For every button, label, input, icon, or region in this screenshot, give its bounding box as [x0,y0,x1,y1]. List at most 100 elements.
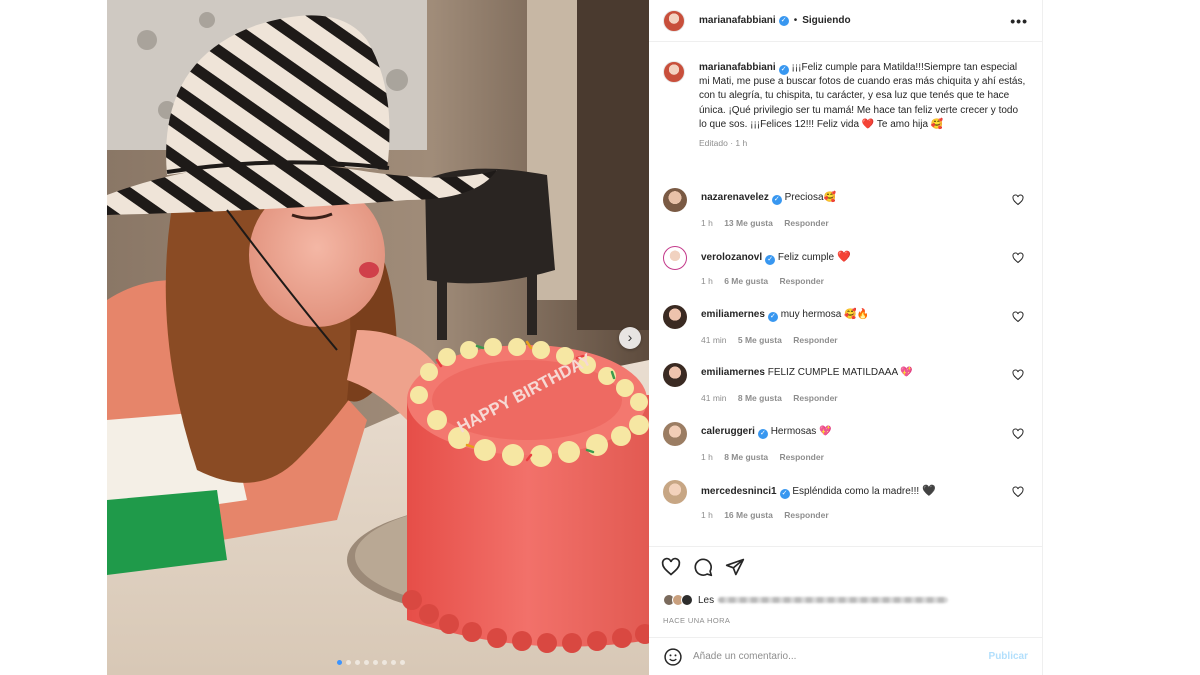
likes-summary[interactable]: Les [663,594,949,606]
reply-button[interactable]: Responder [784,510,828,520]
comment-item: mercedesninci1 ✓ Espléndida como la madre… [663,480,1028,538]
heart-outline-icon[interactable] [1012,252,1024,264]
comment-text: Espléndida como la madre!!! [792,486,920,497]
caption-text: marianafabbiani ✓ ¡¡¡Feliz cumple para Ma… [699,61,1028,132]
carousel-dot [373,660,378,665]
emoji-icon[interactable] [663,647,683,667]
heart-outline-icon[interactable] [1012,369,1024,381]
comment-item: verolozanovl ✓ Feliz cumple ❤️ 1 h 6 Me gu… [663,246,1028,304]
comment-avatar[interactable] [663,246,687,270]
comment-line: mercedesninci1 ✓ Espléndida como la madre… [701,484,998,499]
action-icons [661,557,745,577]
post-timestamp: HACE UNA HORA [663,616,731,625]
heart-outline-icon[interactable] [1012,194,1024,206]
heart-outline-icon[interactable] [1012,428,1024,440]
liker-avatar [681,594,693,606]
comment-emoji: 🖤 [922,485,936,497]
comment-likes[interactable]: 6 Me gusta [724,276,768,286]
comment-username[interactable]: emiliamernes [701,367,765,378]
verified-icon: ✓ [779,489,790,499]
comment-icon[interactable] [693,557,713,577]
verified-icon: ✓ [757,429,768,439]
comment-input[interactable]: Añade un comentario... [693,651,989,662]
comment-time: 1 h [701,510,713,520]
comment-username[interactable]: mercedesninci1 [701,486,777,497]
comment-avatar[interactable] [663,363,687,387]
owner-username[interactable]: marianafabbiani [699,15,776,26]
comment-emoji: ❤️ [837,251,851,263]
comment-emoji: 💖 [900,367,913,378]
comment-time: 41 min [701,393,727,403]
share-icon[interactable] [725,557,745,577]
follow-status-button[interactable]: Siguiendo [802,15,850,26]
comment-likes[interactable]: 8 Me gusta [738,393,782,403]
comment-item: emiliamernes ✓ muy hermosa 🥰🔥 41 min 5 Me… [663,305,1028,363]
verified-icon: ✓ [778,15,789,26]
comment-item: emiliamernes FELIZ CUMPLE MATILDAAA 💖 41… [663,363,1028,421]
comment-text: FELIZ CUMPLE MATILDAAA [767,367,898,378]
carousel-dot [355,660,360,665]
comment-meta: 1 h 16 Me gusta Responder [701,510,838,520]
post-header: marianafabbiani ✓ • Siguiendo ••• [649,0,1042,42]
like-icon[interactable] [661,557,681,577]
post-caption: marianafabbiani ✓ ¡¡¡Feliz cumple para Ma… [649,43,1042,132]
comment-emoji: 🥰🔥 [844,309,869,320]
carousel-dot [364,660,369,665]
comment-emoji: 🥰 [823,192,836,203]
comment-meta: 1 h 8 Me gusta Responder [701,452,833,462]
caption-username[interactable]: marianafabbiani [699,62,776,73]
comment-username[interactable]: emiliamernes [701,309,765,320]
comment-username[interactable]: verolozanovl [701,252,762,263]
comment-avatar[interactable] [663,188,687,212]
reply-button[interactable]: Responder [793,393,837,403]
comment-avatar[interactable] [663,480,687,504]
caption-edited-time: Editado · 1 h [699,138,748,149]
comment-line: emiliamernes FELIZ CUMPLE MATILDAAA 💖 [701,367,998,378]
comment-text: muy hermosa [780,309,842,320]
instagram-post-window: HAPPY BIRTHDAY › marianafabbiani ✓ • Sig… [0,0,1200,675]
comment-time: 1 h [701,276,713,286]
likes-text: Les [698,594,715,606]
publish-button[interactable]: Publicar [989,651,1028,662]
photo-illustration: HAPPY BIRTHDAY [107,0,649,675]
reply-button[interactable]: Responder [780,452,824,462]
comment-line: verolozanovl ✓ Feliz cumple ❤️ [701,250,998,265]
verified-icon: ✓ [767,312,778,322]
next-photo-button[interactable]: › [619,327,641,349]
comment-username[interactable]: caleruggeri [701,426,755,437]
carousel-dot-active [337,660,342,665]
heart-outline-icon[interactable] [1012,486,1024,498]
post-photo[interactable]: HAPPY BIRTHDAY › [107,0,649,675]
comment-time: 41 min [701,335,727,345]
header-separator: • [793,15,798,26]
comment-text: Feliz cumple [777,252,835,263]
comments-area[interactable]: marianafabbiani ✓ ¡¡¡Feliz cumple para Ma… [649,43,1042,543]
post-actions: Les HACE UNA HORA [649,546,1042,636]
comment-line: emiliamernes ✓ muy hermosa 🥰🔥 [701,309,998,322]
comment-likes[interactable]: 16 Me gusta [724,510,773,520]
comment-likes[interactable]: 13 Me gusta [724,218,773,228]
carousel-dot [346,660,351,665]
reply-button[interactable]: Responder [793,335,837,345]
likes-blurred-text [718,597,949,603]
reply-button[interactable]: Responder [784,218,828,228]
comment-likes[interactable]: 8 Me gusta [724,452,768,462]
carousel-dot [391,660,396,665]
comment-meta: 1 h 6 Me gusta Responder [701,276,833,286]
more-icon[interactable]: ••• [1010,13,1028,29]
comment-meta: 41 min 5 Me gusta Responder [701,335,847,345]
comment-avatar[interactable] [663,305,687,329]
reply-button[interactable]: Responder [780,276,824,286]
comment-meta: 41 min 8 Me gusta Responder [701,393,847,403]
comment-username[interactable]: nazarenavelez [701,192,769,203]
comment-text: Hermosas [770,426,817,437]
carousel-dots [337,660,405,665]
comment-likes[interactable]: 5 Me gusta [738,335,782,345]
comment-avatar[interactable] [663,422,687,446]
verified-icon: ✓ [771,195,782,205]
verified-icon: ✓ [778,65,789,75]
caption-avatar[interactable] [663,61,685,83]
heart-outline-icon[interactable] [1012,311,1024,323]
comment-emoji: 💖 [819,426,832,437]
owner-avatar[interactable] [663,9,685,32]
